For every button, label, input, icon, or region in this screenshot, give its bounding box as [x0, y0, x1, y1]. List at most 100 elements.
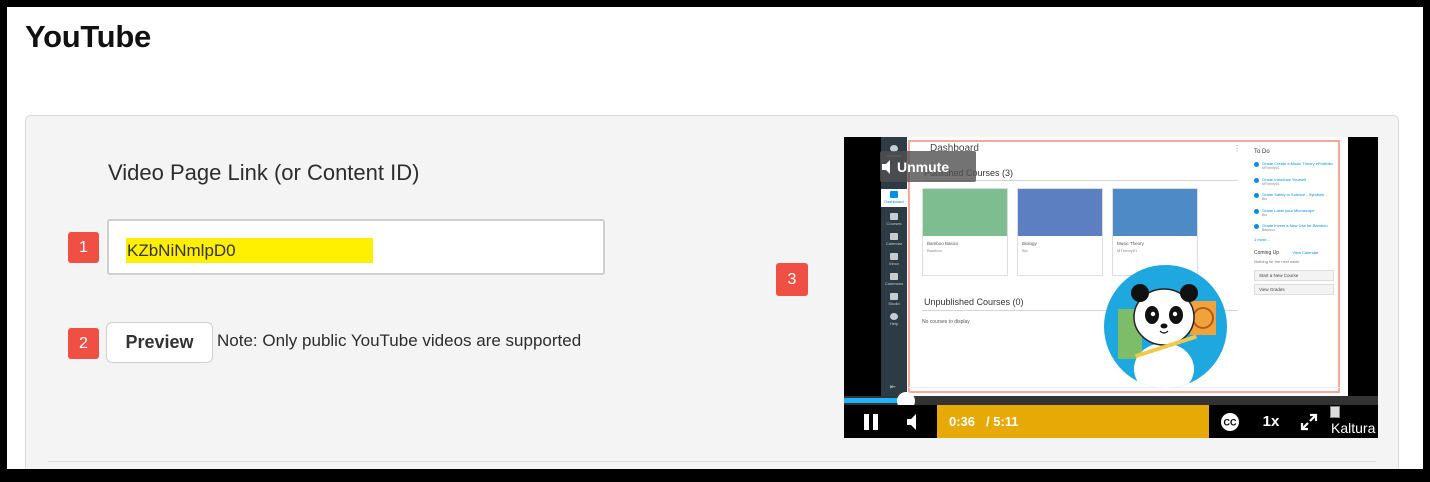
- book-icon: [890, 213, 898, 220]
- unmute-button[interactable]: Unmute: [880, 151, 976, 182]
- kaltura-logo[interactable]: Kaltura: [1331, 420, 1375, 436]
- fullscreen-button[interactable]: [1298, 405, 1320, 438]
- nav-label: Help: [889, 321, 899, 326]
- support-note: Note: Only public YouTube videos are sup…: [217, 331, 582, 350]
- panda-illustration: [1118, 284, 1216, 388]
- video-link-field: [107, 219, 605, 275]
- more-options-icon: ⋮: [1233, 144, 1241, 153]
- player-controls: 0:36 / 5:11 CC 1x Kaltura: [844, 405, 1378, 438]
- todo-heading: To Do: [1254, 149, 1270, 155]
- todo-item: Grade Label your Microscope Bio: [1254, 208, 1334, 218]
- view-calendar-link: View Calendar: [1292, 249, 1319, 255]
- commons-icon: [890, 273, 898, 280]
- nav-courses: Courses: [881, 211, 907, 229]
- course-image: [1113, 189, 1197, 236]
- playback-speed-button[interactable]: 1x: [1258, 405, 1284, 438]
- start-course-button: Start a New Course: [1254, 269, 1334, 281]
- letterbox-left: [844, 137, 881, 396]
- todo-item: Grade Invent a New Use for Bamboo Bamboo: [1254, 223, 1334, 233]
- coming-up-heading: Coming Up: [1254, 249, 1280, 256]
- youtube-settings-panel: Video Page Link (or Content ID) 1 2 Prev…: [25, 115, 1399, 469]
- course-name: Music Theory: [1117, 241, 1144, 246]
- nav-label: Studio: [888, 301, 900, 306]
- broken-image-icon: [1330, 406, 1340, 418]
- step-badge-2: 2: [68, 328, 99, 359]
- assignment-icon: [1254, 208, 1259, 214]
- nav-dashboard: Dashboard: [881, 189, 907, 207]
- unmute-label: Unmute: [897, 158, 950, 175]
- course-image: [1018, 189, 1102, 236]
- course-card: Music Theory MTheory01: [1112, 188, 1198, 276]
- time-display: 0:36 / 5:11: [937, 405, 1209, 438]
- progress-bar[interactable]: [844, 392, 1378, 410]
- course-image: [923, 189, 1007, 236]
- nav-commons: Commons: [881, 271, 907, 289]
- todo-more: 1 more...: [1254, 236, 1270, 242]
- video-link-input[interactable]: [126, 238, 373, 263]
- nav-inbox: Inbox: [881, 251, 907, 269]
- footer-divider: [908, 387, 1340, 388]
- calendar-icon: [890, 233, 898, 240]
- page-title: YouTube: [25, 19, 151, 54]
- unpublished-heading: Unpublished Courses (0): [924, 297, 1024, 307]
- todo-sidebar: To Do Grade Create a Music Theory ePortf…: [1254, 149, 1334, 381]
- course-name: Biology: [1022, 241, 1037, 246]
- course-name: Bamboo Basics: [927, 241, 959, 246]
- pause-button[interactable]: [857, 405, 885, 438]
- panel-divider: [48, 461, 1376, 462]
- nav-label: Calendar: [885, 241, 903, 246]
- preview-button[interactable]: Preview: [106, 322, 213, 363]
- nav-studio: Studio: [881, 291, 907, 309]
- todo-meta: Bio: [1262, 212, 1268, 217]
- no-courses-text: No courses to display: [922, 319, 970, 325]
- closed-captions-icon: CC: [1221, 412, 1239, 431]
- view-grades-button: View Grades: [1254, 283, 1334, 295]
- total-time: / 5:11: [986, 414, 1019, 429]
- nothing-text: Nothing for the next week: [1254, 258, 1300, 264]
- video-frame[interactable]: Account Dashboard Courses Calendar: [844, 137, 1378, 396]
- panda-mascot: [1104, 265, 1227, 388]
- captions-button[interactable]: CC: [1218, 405, 1242, 438]
- assignment-icon: [1254, 224, 1259, 229]
- course-code: MTheory01: [1117, 248, 1138, 253]
- todo-meta: Bamboo: [1262, 228, 1276, 232]
- todo-meta: Bio: [1262, 197, 1268, 201]
- todo-meta: MTheory01: [1262, 181, 1280, 186]
- collapse-icon: ⇤: [890, 384, 896, 391]
- nav-help: Help: [881, 311, 907, 329]
- volume-icon: [907, 413, 916, 430]
- todo-meta: MTheory01: [1262, 166, 1280, 170]
- help-icon: [890, 313, 898, 320]
- todo-title: Grade Safety in Science - Symbols: [1262, 192, 1325, 197]
- page-frame: YouTube Video Page Link (or Content ID) …: [7, 7, 1423, 469]
- assignment-icon: [1254, 193, 1259, 198]
- course-code: Bio: [1022, 248, 1028, 253]
- course-card: Bamboo Basics Bamboo: [922, 188, 1008, 276]
- todo-title: Grade Label your Microscope: [1262, 207, 1315, 213]
- nav-label: Courses: [886, 221, 902, 226]
- fullscreen-icon: [1300, 413, 1318, 430]
- coming-up-row: Coming Up View Calendar: [1254, 250, 1334, 256]
- pause-icon: [864, 413, 878, 430]
- inbox-icon: [890, 253, 898, 260]
- step-badge-3: 3: [776, 263, 808, 296]
- course-card: Biology Bio: [1017, 188, 1103, 276]
- nav-label: Dashboard: [884, 199, 904, 204]
- nav-label: Inbox: [889, 261, 899, 266]
- speaker-icon: [882, 159, 890, 174]
- video-player[interactable]: Account Dashboard Courses Calendar: [844, 137, 1378, 438]
- todo-item: Grade Introduce Yourself MTheory01: [1254, 177, 1334, 187]
- step-badge-1: 1: [68, 232, 99, 263]
- dashboard-icon: [890, 191, 898, 198]
- letterbox-right: [1348, 137, 1378, 396]
- todo-title: Grade Introduce Yourself: [1262, 176, 1307, 182]
- cc-label: CC: [1224, 417, 1237, 427]
- todo-item: Grade Create a Music Theory ePortfolio MT…: [1254, 161, 1334, 171]
- studio-icon: [890, 293, 898, 300]
- video-link-label: Video Page Link (or Content ID): [108, 160, 420, 185]
- volume-button[interactable]: [902, 405, 924, 438]
- nav-label: Commons: [884, 281, 904, 286]
- course-code: Bamboo: [927, 248, 942, 253]
- todo-item: Grade Safety in Science - Symbols Bio: [1254, 192, 1334, 202]
- assignment-icon: [1254, 162, 1259, 167]
